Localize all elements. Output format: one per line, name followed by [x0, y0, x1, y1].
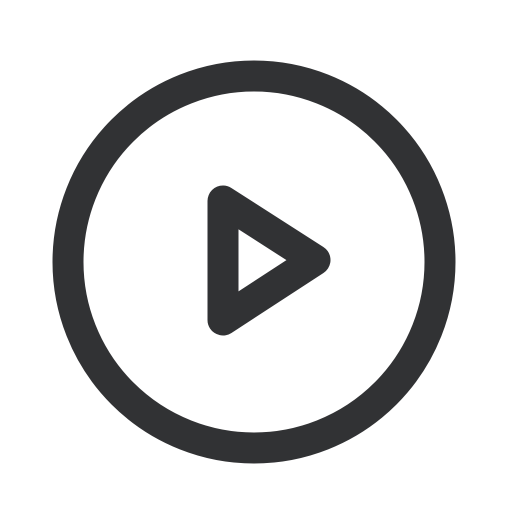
play-circle-icon: [52, 60, 456, 464]
circle-outline: [52, 60, 456, 464]
play-triangle-icon: [207, 185, 331, 336]
icon-canvas: [0, 0, 512, 512]
play-button[interactable]: [0, 0, 512, 512]
